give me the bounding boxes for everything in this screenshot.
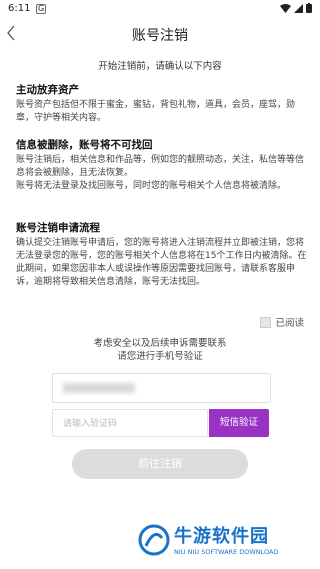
watermark-en: NIU NIU SOFTWARE DOWNLOAD <box>174 548 279 556</box>
proceed-cancel-account-button[interactable]: 前往注销 <box>72 449 248 479</box>
read-checkbox-row[interactable]: 已阅读 <box>260 315 304 329</box>
watermark-cn: 牛游软件园 <box>174 526 269 547</box>
section-text: 账号将无法登录及找回账号，同时您的账号相关个人信息将被清除。 <box>16 181 287 191</box>
wifi-icon <box>280 3 291 13</box>
verification-code-input[interactable]: 请输入验证码 <box>52 409 208 437</box>
status-time: 6:11 <box>8 3 31 14</box>
section-title: 主动放弃资产 <box>16 84 79 96</box>
phone-number-masked <box>63 383 135 393</box>
page-title: 账号注销 <box>132 28 188 44</box>
section-process: 账号注销申请流程 确认提交注销账号申请后，您的账号将进入注销流程并立即被注销，您… <box>16 220 308 289</box>
section-title: 账号注销申请流程 <box>16 222 100 234</box>
section-title: 信息被删除，账号将不可找回 <box>16 139 153 151</box>
status-icons <box>280 3 312 13</box>
verify-notice-line: 考虑安全以及后续申诉需要联系 <box>93 338 227 349</box>
verify-notice: 考虑安全以及后续申诉需要联系 请您进行手机号验证 <box>0 337 320 363</box>
section-info-deleted: 信息被删除，账号将不可找回 账号注销后，相关信息和作品等，例如您的靓照动态，关注… <box>16 137 308 193</box>
signal-icon <box>294 3 303 13</box>
google-icon: G <box>36 4 47 14</box>
section-text: 账号注销后，相关信息和作品等，例如您的靓照动态，关注，私信等等信息将会被删除，且… <box>16 155 305 178</box>
sms-verify-button[interactable]: 短信验证 <box>209 409 269 437</box>
header: 账号注销 <box>0 18 320 52</box>
section-text: 确认提交注销账号申请后，您的账号将进入注销流程并立即被注销，您将无法登录您的账号… <box>16 238 307 287</box>
watermark-logo-icon <box>138 524 170 556</box>
read-checkbox[interactable] <box>260 316 272 328</box>
battery-icon <box>306 3 312 13</box>
verify-notice-line: 请您进行手机号验证 <box>117 351 203 362</box>
intro-text: 开始注销前，请确认以下内容 <box>98 61 222 72</box>
section-text: 账号资产包括但不限于蜜金，蜜钻，背包礼物，道具，会员，座驾，勋章，守护等相关内容… <box>16 100 296 123</box>
section-assets: 主动放弃资产 账号资产包括但不限于蜜金，蜜钻，背包礼物，道具，会员，座驾，勋章，… <box>16 82 308 125</box>
phone-number-field[interactable] <box>52 373 271 403</box>
status-bar: 6:11 G <box>0 0 320 18</box>
watermark: 牛游软件园 NIU NIU SOFTWARE DOWNLOAD <box>138 520 308 564</box>
read-label: 已阅读 <box>275 318 304 329</box>
